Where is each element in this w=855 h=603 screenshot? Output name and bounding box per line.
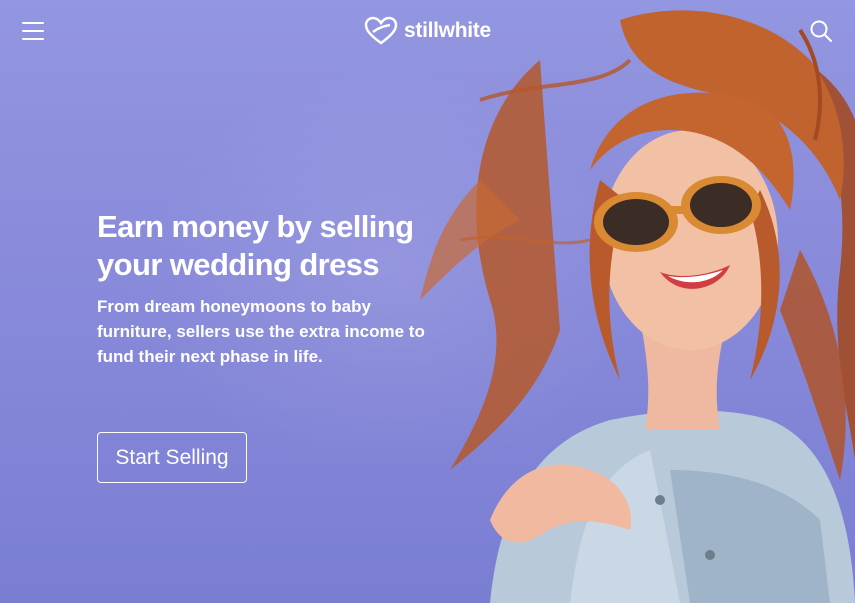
hamburger-menu-icon[interactable] — [22, 22, 44, 40]
hero-photo-woman-sunglasses — [420, 10, 855, 603]
start-selling-button[interactable]: Start Selling — [97, 432, 247, 483]
hero-subtext: From dream honeymoons to baby furniture,… — [97, 297, 425, 366]
heart-logo-icon — [364, 16, 398, 45]
top-navigation-bar: stillwhite — [0, 0, 855, 62]
hero-content: Earn money by selling your wedding dress… — [97, 208, 427, 369]
hero-headline: Earn money by selling your wedding dress — [97, 209, 414, 282]
search-icon[interactable] — [809, 19, 833, 43]
brand-logo[interactable]: stillwhite — [364, 14, 491, 48]
brand-name: stillwhite — [404, 19, 491, 42]
